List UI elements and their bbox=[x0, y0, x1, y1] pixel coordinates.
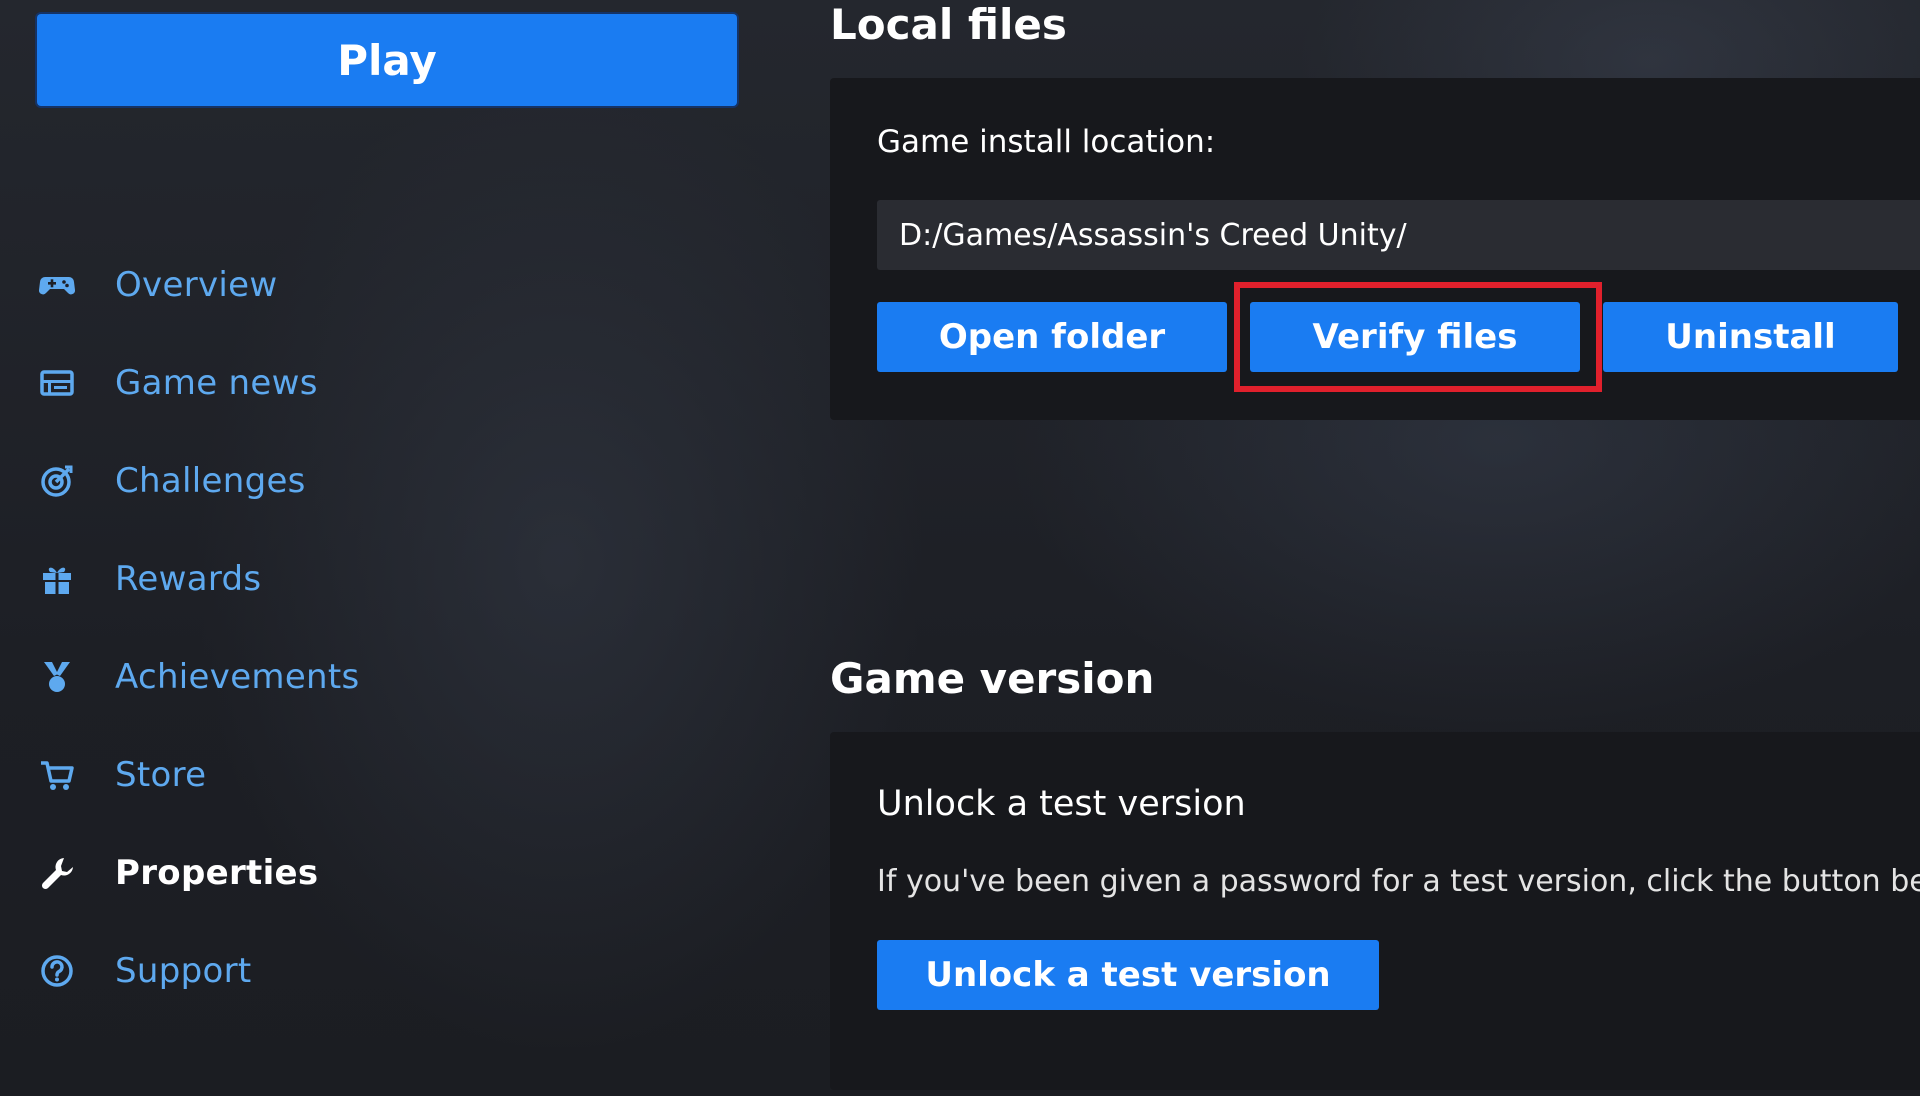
sidebar-item-label: Rewards bbox=[115, 559, 262, 599]
sidebar-item-overview[interactable]: Overview bbox=[37, 236, 597, 334]
sidebar-item-label: Achievements bbox=[115, 657, 360, 697]
sidebar-item-achievements[interactable]: Achievements bbox=[37, 628, 597, 726]
unlock-test-version-button[interactable]: Unlock a test version bbox=[877, 940, 1379, 1010]
sidebar-item-label: Support bbox=[115, 951, 252, 991]
medal-icon bbox=[37, 657, 77, 697]
game-version-panel: Unlock a test version If you've been giv… bbox=[830, 732, 1920, 1090]
sidebar-item-label: Properties bbox=[115, 853, 319, 893]
play-button[interactable]: Play bbox=[37, 14, 737, 106]
uninstall-button[interactable]: Uninstall bbox=[1603, 302, 1898, 372]
news-icon bbox=[37, 363, 77, 403]
sidebar-nav: Overview Game news Challenges Rewards Ac… bbox=[37, 236, 597, 1020]
sidebar-item-rewards[interactable]: Rewards bbox=[37, 530, 597, 628]
sidebar-item-store[interactable]: Store bbox=[37, 726, 597, 824]
test-version-description: If you've been given a password for a te… bbox=[877, 864, 1920, 899]
wrench-icon bbox=[37, 853, 77, 893]
cart-icon bbox=[37, 755, 77, 795]
sidebar-item-challenges[interactable]: Challenges bbox=[37, 432, 597, 530]
sidebar-item-label: Game news bbox=[115, 363, 318, 403]
sidebar-item-properties[interactable]: Properties bbox=[37, 824, 597, 922]
target-icon bbox=[37, 461, 77, 501]
gift-icon bbox=[37, 559, 77, 599]
help-icon bbox=[37, 951, 77, 991]
game-version-title: Game version bbox=[830, 654, 1155, 703]
sidebar-item-game-news[interactable]: Game news bbox=[37, 334, 597, 432]
local-files-title: Local files bbox=[830, 0, 1067, 49]
install-location-label: Game install location: bbox=[877, 124, 1216, 160]
verify-files-button[interactable]: Verify files bbox=[1250, 302, 1580, 372]
open-folder-button[interactable]: Open folder bbox=[877, 302, 1227, 372]
unlock-test-version-heading: Unlock a test version bbox=[877, 784, 1246, 824]
sidebar-item-label: Overview bbox=[115, 265, 278, 305]
install-path-field[interactable]: D:/Games/Assassin's Creed Unity/ bbox=[877, 200, 1920, 270]
gamepad-icon bbox=[37, 265, 77, 305]
sidebar-item-support[interactable]: Support bbox=[37, 922, 597, 1020]
sidebar-item-label: Challenges bbox=[115, 461, 306, 501]
local-files-panel: Game install location: D:/Games/Assassin… bbox=[830, 78, 1920, 420]
sidebar-item-label: Store bbox=[115, 755, 207, 795]
